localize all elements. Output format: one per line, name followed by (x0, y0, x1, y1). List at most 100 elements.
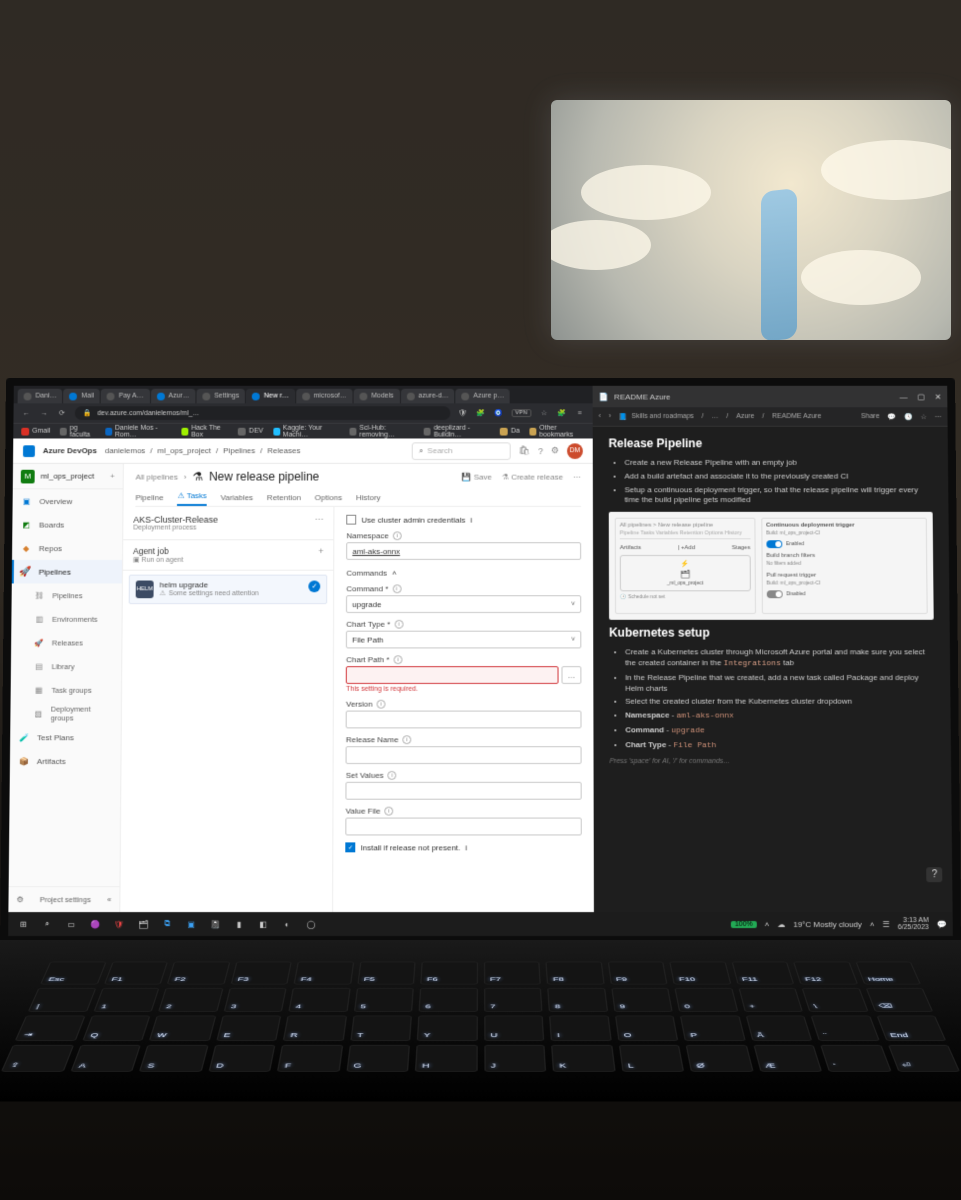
crumb-item[interactable]: 📘 Skills and roadmaps (619, 413, 694, 421)
browser-tab[interactable]: Azur… (151, 389, 196, 404)
task-helm-upgrade[interactable]: HELM helm upgrade ⚠Some settings need at… (129, 575, 328, 604)
app-icon[interactable]: ◧ (254, 915, 272, 933)
info-icon[interactable]: i (470, 515, 472, 524)
sidebar-sub-releases[interactable]: 🚀Releases (11, 631, 121, 655)
chart-type-select[interactable]: File Path˅ (346, 631, 581, 649)
browser-tab[interactable]: microsof… (296, 389, 353, 404)
bookmark-item[interactable]: Gmail (21, 427, 50, 435)
add-task-icon[interactable]: + (318, 546, 323, 556)
info-icon[interactable]: i (403, 735, 412, 744)
bookmark-star-icon[interactable]: ☆ (539, 408, 549, 418)
sidebar-sub-pipelines[interactable]: ⛓Pipelines (12, 583, 122, 607)
terminal-icon[interactable]: ▮ (230, 915, 248, 933)
tab-options[interactable]: Options (315, 493, 342, 506)
browser-tab[interactable]: Mail (63, 389, 100, 404)
crumb-item[interactable]: README Azure (772, 413, 821, 420)
extension-icon[interactable]: 🛡 (458, 408, 468, 418)
notion-icon[interactable]: 📓 (206, 915, 224, 933)
project-selector[interactable]: M ml_ops_project + (13, 464, 123, 489)
tray-chevron-icon[interactable]: ˄ (765, 920, 770, 929)
github-icon[interactable]: ◯ (302, 915, 320, 933)
app-icon[interactable]: ◐ (278, 915, 296, 933)
info-icon[interactable]: i (465, 843, 467, 852)
add-icon[interactable]: + (110, 472, 115, 481)
chart-path-input[interactable] (346, 666, 558, 684)
close-icon[interactable]: ✕ (935, 392, 942, 401)
project-settings-link[interactable]: ⚙ Project settings « (8, 886, 119, 912)
more-icon[interactable]: ⋯ (935, 413, 942, 421)
save-button[interactable]: 💾 Save (462, 472, 492, 481)
breadcrumb-link[interactable]: Releases (267, 446, 300, 455)
install-if-absent-checkbox[interactable]: ✓ Install if release not present. i (346, 842, 582, 852)
search-input[interactable]: ⌕ Search (412, 442, 511, 460)
browser-tab[interactable]: Settings (196, 389, 245, 404)
vpn-badge[interactable]: VPN (511, 409, 531, 417)
comments-icon[interactable]: 💬 (887, 413, 896, 421)
version-input[interactable] (346, 711, 581, 729)
browser-menu-icon[interactable]: ≡ (575, 408, 585, 418)
azure-devops-logo-icon[interactable] (23, 445, 35, 457)
bookmark-other[interactable]: Other bookmarks (530, 424, 585, 438)
extension-icon[interactable]: 🧿 (493, 408, 503, 418)
help-icon[interactable]: ? (927, 867, 943, 882)
help-icon[interactable]: ? (538, 446, 543, 456)
clock-time[interactable]: 3:13 AM (903, 917, 929, 924)
more-icon[interactable]: ⋯ (315, 515, 324, 532)
nav-back-icon[interactable]: ← (21, 408, 31, 418)
settings-icon[interactable]: ⚙ (551, 445, 559, 456)
avatar[interactable]: DM (567, 443, 583, 459)
breadcrumb-link[interactable]: Pipelines (223, 446, 255, 455)
agent-job[interactable]: Agent job ▣ Run on agent + (123, 540, 334, 570)
crumb-root[interactable]: All pipelines (136, 472, 178, 481)
info-icon[interactable]: i (393, 531, 402, 540)
browser-tab[interactable]: Dani… (18, 389, 63, 404)
bookmark-item[interactable]: DEV (238, 427, 263, 435)
maximize-icon[interactable]: ▢ (917, 392, 925, 401)
commands-section-header[interactable]: Commands ˄ (346, 569, 581, 578)
nav-forward-icon[interactable]: › (609, 413, 611, 420)
tray-icon[interactable]: ☰ (882, 920, 889, 929)
share-button[interactable]: Share (861, 413, 880, 421)
info-icon[interactable]: i (394, 620, 403, 629)
browser-tab-active[interactable]: New r… (246, 389, 295, 404)
sidebar-item-artifacts[interactable]: 📦Artifacts (10, 749, 121, 773)
tab-retention[interactable]: Retention (267, 493, 301, 506)
sidebar-sub-library[interactable]: ▤Library (11, 654, 122, 678)
bookmark-item[interactable]: pg faculta (60, 424, 95, 438)
nav-forward-icon[interactable]: → (39, 408, 49, 418)
bookmark-item[interactable]: deeplizard - Buildin… (424, 424, 490, 438)
bookmark-item[interactable]: Daniele Mos - Rom… (105, 424, 171, 438)
bookmark-item[interactable]: Sci-Hub: removing… (350, 424, 414, 438)
code-icon[interactable]: ⧉ (158, 915, 176, 933)
sidebar-item-pipelines[interactable]: 🚀Pipelines (12, 560, 122, 584)
shield-icon[interactable]: 🛡 (110, 915, 128, 933)
browse-button[interactable]: … (561, 666, 581, 684)
namespace-input[interactable]: aml-aks-onnx (346, 542, 581, 560)
set-values-input[interactable] (346, 782, 582, 800)
sidebar-sub-taskgroups[interactable]: ▦Task groups (11, 678, 122, 702)
tab-tasks[interactable]: ⚠Tasks (177, 491, 206, 506)
bookmark-item[interactable]: Kaggle: Your Machi… (273, 424, 340, 438)
tab-variables[interactable]: Variables (221, 493, 254, 506)
sidebar-item-testplans[interactable]: 🧪Test Plans (10, 725, 121, 749)
use-admin-credentials-checkbox[interactable]: Use cluster admin credentials i (347, 515, 581, 525)
info-icon[interactable]: i (388, 771, 397, 780)
extension-icon[interactable]: 🧩 (476, 408, 486, 418)
extensions-menu-icon[interactable]: 🧩 (557, 408, 567, 418)
star-icon[interactable]: ☆ (920, 413, 926, 421)
nav-reload-icon[interactable]: ⟳ (57, 408, 67, 418)
tab-pipeline[interactable]: Pipeline (135, 493, 163, 506)
crumb-item[interactable]: Azure (736, 413, 754, 420)
browser-tab[interactable]: Azure p… (456, 389, 510, 404)
bookmark-folder[interactable]: Da (500, 427, 520, 435)
sidebar-sub-environments[interactable]: ▥Environments (11, 607, 121, 631)
battery-badge[interactable]: 100% (731, 921, 757, 928)
tab-history[interactable]: History (356, 493, 381, 506)
start-button[interactable]: ⊞ (14, 915, 32, 933)
discord-icon[interactable]: 🟣 (86, 915, 104, 933)
tray-chevron-icon[interactable]: ˄ (870, 920, 875, 929)
nav-back-icon[interactable]: ‹ (598, 413, 600, 420)
vscode-icon[interactable]: ▣ (182, 915, 200, 933)
search-icon[interactable]: ⌕ (38, 915, 56, 933)
weather-widget[interactable]: 19°C Mostly cloudy (793, 920, 862, 929)
